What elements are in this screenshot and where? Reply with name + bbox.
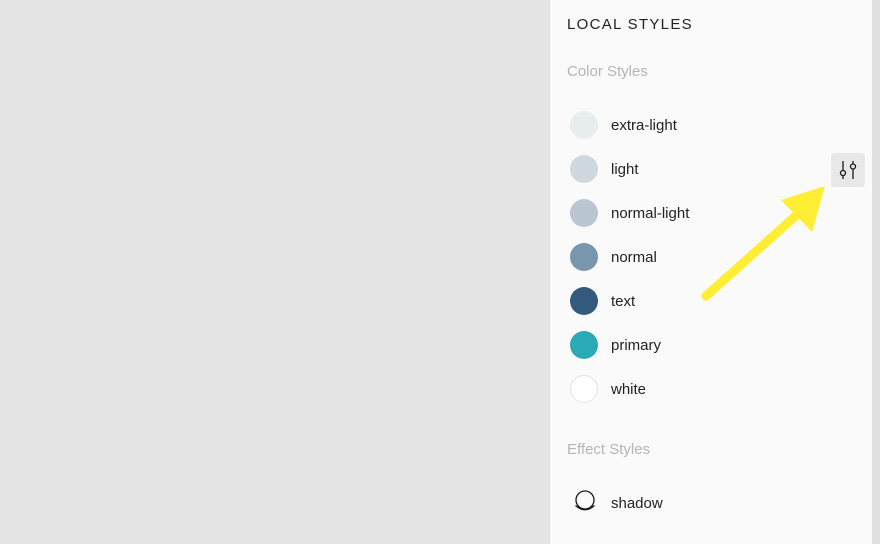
color-swatch <box>570 199 598 227</box>
color-style-label: primary <box>611 337 662 354</box>
color-swatch <box>570 375 598 403</box>
color-style-label: light <box>611 161 639 178</box>
color-style-white[interactable]: white <box>570 374 830 406</box>
color-swatch <box>570 331 598 359</box>
color-style-light[interactable]: light <box>570 154 830 186</box>
color-swatch <box>570 111 598 139</box>
color-style-label: normal <box>611 249 657 266</box>
color-style-label: extra-light <box>611 117 677 134</box>
color-swatch <box>570 155 598 183</box>
effect-style-shadow[interactable]: shadow <box>570 488 830 520</box>
color-styles-heading: Color Styles <box>567 63 648 80</box>
color-style-text[interactable]: text <box>570 286 830 318</box>
color-style-extra-light[interactable]: extra-light <box>570 110 830 142</box>
color-style-primary[interactable]: primary <box>570 330 830 362</box>
color-style-label: normal-light <box>611 205 690 222</box>
color-style-normal-light[interactable]: normal-light <box>570 198 830 230</box>
color-swatch <box>570 287 598 315</box>
local-styles-panel: LOCAL STYLES Color Styles extra-light li… <box>549 0 873 544</box>
adjust-style-button[interactable] <box>831 153 865 187</box>
panel-title: LOCAL STYLES <box>567 16 693 33</box>
effect-styles-heading: Effect Styles <box>567 441 651 458</box>
effect-style-label: shadow <box>611 495 663 512</box>
sliders-icon <box>839 161 857 179</box>
canvas-area[interactable] <box>0 0 549 544</box>
color-style-label: text <box>611 293 636 310</box>
panel-scroll-edge <box>872 0 880 544</box>
shadow-effect-icon <box>572 488 598 516</box>
color-style-label: white <box>611 381 647 398</box>
color-style-normal[interactable]: normal <box>570 242 830 274</box>
color-swatch <box>570 243 598 271</box>
